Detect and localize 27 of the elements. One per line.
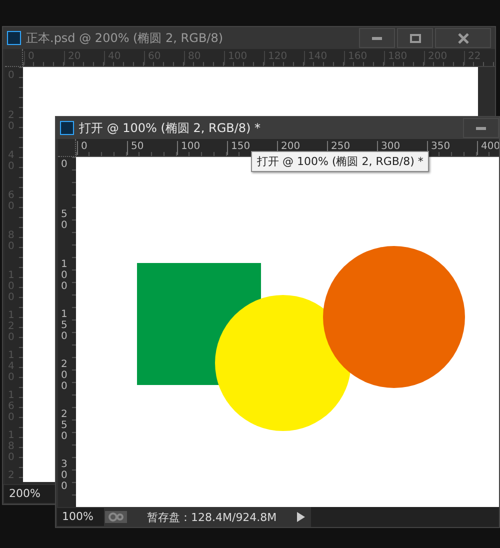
ruler-label: 300	[61, 459, 68, 492]
ruler-label: 50	[127, 141, 144, 155]
minimize-icon	[476, 126, 486, 130]
tooltip: 打开 @ 100% (椭圆 2, RGB/8) *	[251, 151, 430, 172]
maximize-button[interactable]	[397, 28, 433, 48]
ruler-label: 0	[61, 159, 68, 170]
close-icon	[458, 32, 468, 44]
ruler-label: 250	[61, 409, 68, 442]
ruler-label: 50	[61, 209, 68, 231]
ruler-label: 200	[61, 359, 68, 392]
ruler-label: 150	[227, 141, 250, 155]
scratch-disk-info: 暂存盘：128.4M/924.8M	[147, 510, 277, 524]
close-button[interactable]	[435, 28, 491, 48]
gear-icon[interactable]	[105, 511, 127, 523]
minimize-button[interactable]	[359, 28, 395, 48]
ruler-label: 0	[77, 141, 88, 155]
window-title: 打开 @ 100% (椭圆 2, RGB/8) *	[79, 120, 261, 136]
zoom-level: 100%	[56, 507, 105, 527]
ruler-label: 150	[61, 309, 68, 342]
minimize-icon	[372, 36, 382, 40]
play-icon[interactable]	[296, 512, 305, 522]
ruler-label: 100	[177, 141, 200, 155]
maximize-icon	[410, 34, 420, 42]
window-title: 正本.psd @ 200% (椭圆 2, RGB/8)	[26, 30, 224, 46]
minimize-button[interactable]	[463, 118, 499, 138]
ruler-label: 100	[61, 259, 68, 292]
ruler-label: 400	[477, 141, 499, 155]
